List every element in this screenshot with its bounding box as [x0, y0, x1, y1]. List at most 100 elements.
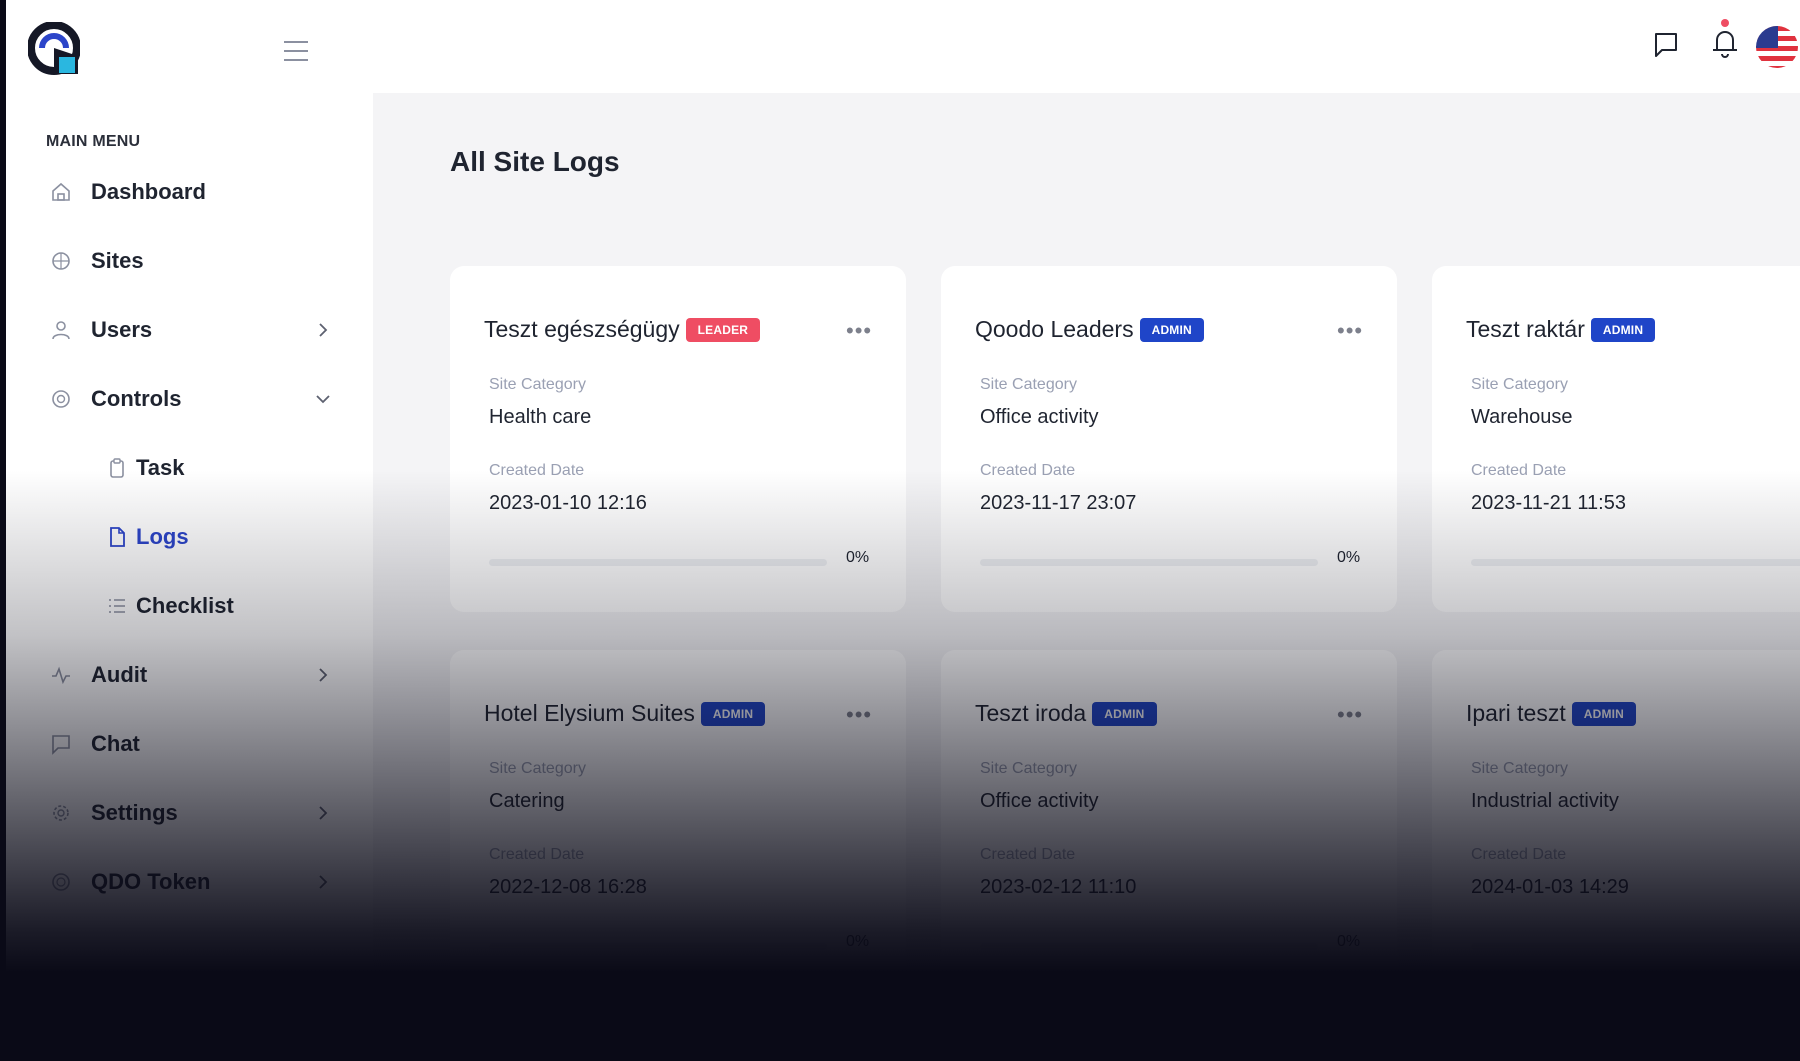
- sidebar-item-label: Settings: [91, 800, 178, 825]
- sidebar-item-label: Task: [136, 455, 185, 480]
- sidebar-item-users[interactable]: Users: [6, 302, 373, 358]
- card-header: Hotel Elysium Suites ADMIN: [484, 700, 766, 727]
- logo[interactable]: [28, 22, 80, 80]
- chevron-right-icon: [319, 875, 328, 889]
- chat-icon: [52, 735, 70, 755]
- progress-percent: 0%: [846, 549, 870, 566]
- sidebar-item-label: QDO Token: [91, 869, 211, 894]
- sidebar-item-sites[interactable]: Sites: [6, 233, 373, 289]
- card-header: Teszt egészségügy LEADER: [484, 316, 761, 343]
- site-category-value: Office activity: [980, 406, 1099, 428]
- language-flag-icon[interactable]: [1754, 24, 1800, 70]
- sidebar-item-task[interactable]: Task: [6, 440, 373, 496]
- main-menu-heading: MAIN MENU: [46, 133, 141, 150]
- chevron-right-icon: [319, 668, 328, 682]
- role-badge: ADMIN: [1571, 701, 1637, 726]
- role-badge: ADMIN: [700, 701, 766, 726]
- card-header: Qoodo Leaders ADMIN: [975, 316, 1204, 343]
- more-options-icon[interactable]: •••: [1337, 318, 1363, 344]
- site-category-label: Site Category: [980, 376, 1077, 393]
- site-category-label: Site Category: [980, 760, 1077, 777]
- chevron-down-icon: [316, 395, 330, 404]
- app-window: MAIN MENU Dashboard Sites Users Controls…: [6, 0, 1800, 1061]
- sidebar-item-label: Users: [91, 317, 153, 342]
- site-name: Hotel Elysium Suites: [484, 700, 695, 726]
- created-date-value: 2023-11-17 23:07: [980, 492, 1137, 514]
- home-icon: [52, 182, 70, 201]
- gear-icon: [53, 805, 69, 821]
- site-category-value: Warehouse: [1471, 406, 1573, 428]
- progress-bar: [1471, 943, 1800, 950]
- created-date-label: Created Date: [1471, 462, 1567, 479]
- site-category-value: Health care: [489, 406, 592, 428]
- progress-bar: [489, 943, 827, 950]
- site-log-card[interactable]: Teszt egészségügy LEADER ••• Site Catego…: [450, 266, 906, 612]
- menu-toggle-icon[interactable]: [282, 38, 310, 64]
- site-category-label: Site Category: [489, 376, 586, 393]
- created-date-label: Created Date: [489, 846, 585, 863]
- globe-icon: [52, 252, 70, 270]
- site-category-label: Site Category: [1471, 760, 1568, 777]
- chat-icon[interactable]: [1652, 30, 1680, 60]
- sidebar-item-logs[interactable]: Logs: [6, 509, 373, 565]
- more-options-icon[interactable]: •••: [1337, 702, 1363, 728]
- sidebar-item-controls[interactable]: Controls: [6, 371, 373, 427]
- progress-percent: 0%: [1337, 933, 1361, 950]
- more-options-icon[interactable]: •••: [846, 318, 872, 344]
- sidebar-item-label: Chat: [91, 731, 140, 756]
- site-category-label: Site Category: [489, 760, 586, 777]
- list-icon: [109, 599, 125, 613]
- created-date-value: 2024-01-03 14:29: [1471, 876, 1629, 898]
- created-date-value: 2023-01-10 12:16: [489, 492, 647, 514]
- card-header: Teszt iroda ADMIN: [975, 700, 1157, 727]
- created-date-value: 2023-02-12 11:10: [980, 876, 1137, 898]
- file-icon: [110, 527, 125, 547]
- activity-icon: [52, 666, 70, 685]
- progress-bar: [489, 559, 827, 566]
- progress-bar: [980, 943, 1318, 950]
- sidebar-item-dashboard[interactable]: Dashboard: [6, 164, 373, 220]
- sidebar: MAIN MENU Dashboard Sites Users Controls…: [6, 93, 373, 1061]
- site-log-card[interactable]: Teszt iroda ADMIN ••• Site Category Offi…: [941, 650, 1397, 996]
- role-badge: ADMIN: [1139, 317, 1204, 342]
- site-category-label: Site Category: [1471, 376, 1568, 393]
- site-log-card[interactable]: Ipari teszt ADMIN ••• Site Category Indu…: [1432, 650, 1800, 996]
- sidebar-item-label: Controls: [91, 386, 182, 411]
- sidebar-item-settings[interactable]: Settings: [6, 785, 373, 841]
- site-log-card[interactable]: Qoodo Leaders ADMIN ••• Site Category Of…: [941, 266, 1397, 612]
- sidebar-item-qdo-token[interactable]: QDO Token: [6, 854, 373, 910]
- clipboard-icon: [110, 458, 124, 478]
- created-date-label: Created Date: [1471, 846, 1567, 863]
- sidebar-item-audit[interactable]: Audit: [6, 647, 373, 703]
- sidebar-item-label: Dashboard: [91, 179, 206, 204]
- progress-bar: [980, 559, 1318, 566]
- site-name: Teszt raktár: [1466, 316, 1585, 342]
- created-date-label: Created Date: [980, 462, 1076, 479]
- site-category-value: Industrial activity: [1471, 790, 1619, 812]
- notification-bell-icon[interactable]: [1710, 16, 1740, 60]
- created-date-value: 2022-12-08 16:28: [489, 876, 647, 898]
- site-name: Qoodo Leaders: [975, 316, 1134, 342]
- progress-bar: [1471, 559, 1800, 566]
- sidebar-item-label: Sites: [91, 248, 144, 273]
- site-log-card[interactable]: Teszt raktár ADMIN ••• Site Category War…: [1432, 266, 1800, 612]
- sidebar-item-checklist[interactable]: Checklist: [6, 578, 373, 634]
- card-header: Ipari teszt ADMIN: [1466, 700, 1637, 727]
- site-log-card[interactable]: Hotel Elysium Suites ADMIN ••• Site Cate…: [450, 650, 906, 996]
- sidebar-item-chat[interactable]: Chat: [6, 716, 373, 772]
- token-icon: [52, 873, 70, 891]
- sidebar-item-label: Logs: [136, 524, 189, 549]
- sidebar-item-label: Audit: [91, 662, 148, 687]
- role-badge: ADMIN: [1590, 317, 1656, 342]
- user-icon: [52, 321, 70, 340]
- site-category-value: Office activity: [980, 790, 1099, 812]
- chevron-right-icon: [319, 323, 328, 337]
- created-date-label: Created Date: [489, 462, 585, 479]
- site-category-value: Catering: [489, 790, 565, 812]
- card-header: Teszt raktár ADMIN: [1466, 316, 1656, 343]
- site-name: Ipari teszt: [1466, 700, 1566, 726]
- sidebar-item-label: Checklist: [136, 593, 234, 618]
- role-badge: ADMIN: [1092, 701, 1157, 726]
- aperture-icon: [52, 390, 70, 408]
- more-options-icon[interactable]: •••: [846, 702, 872, 728]
